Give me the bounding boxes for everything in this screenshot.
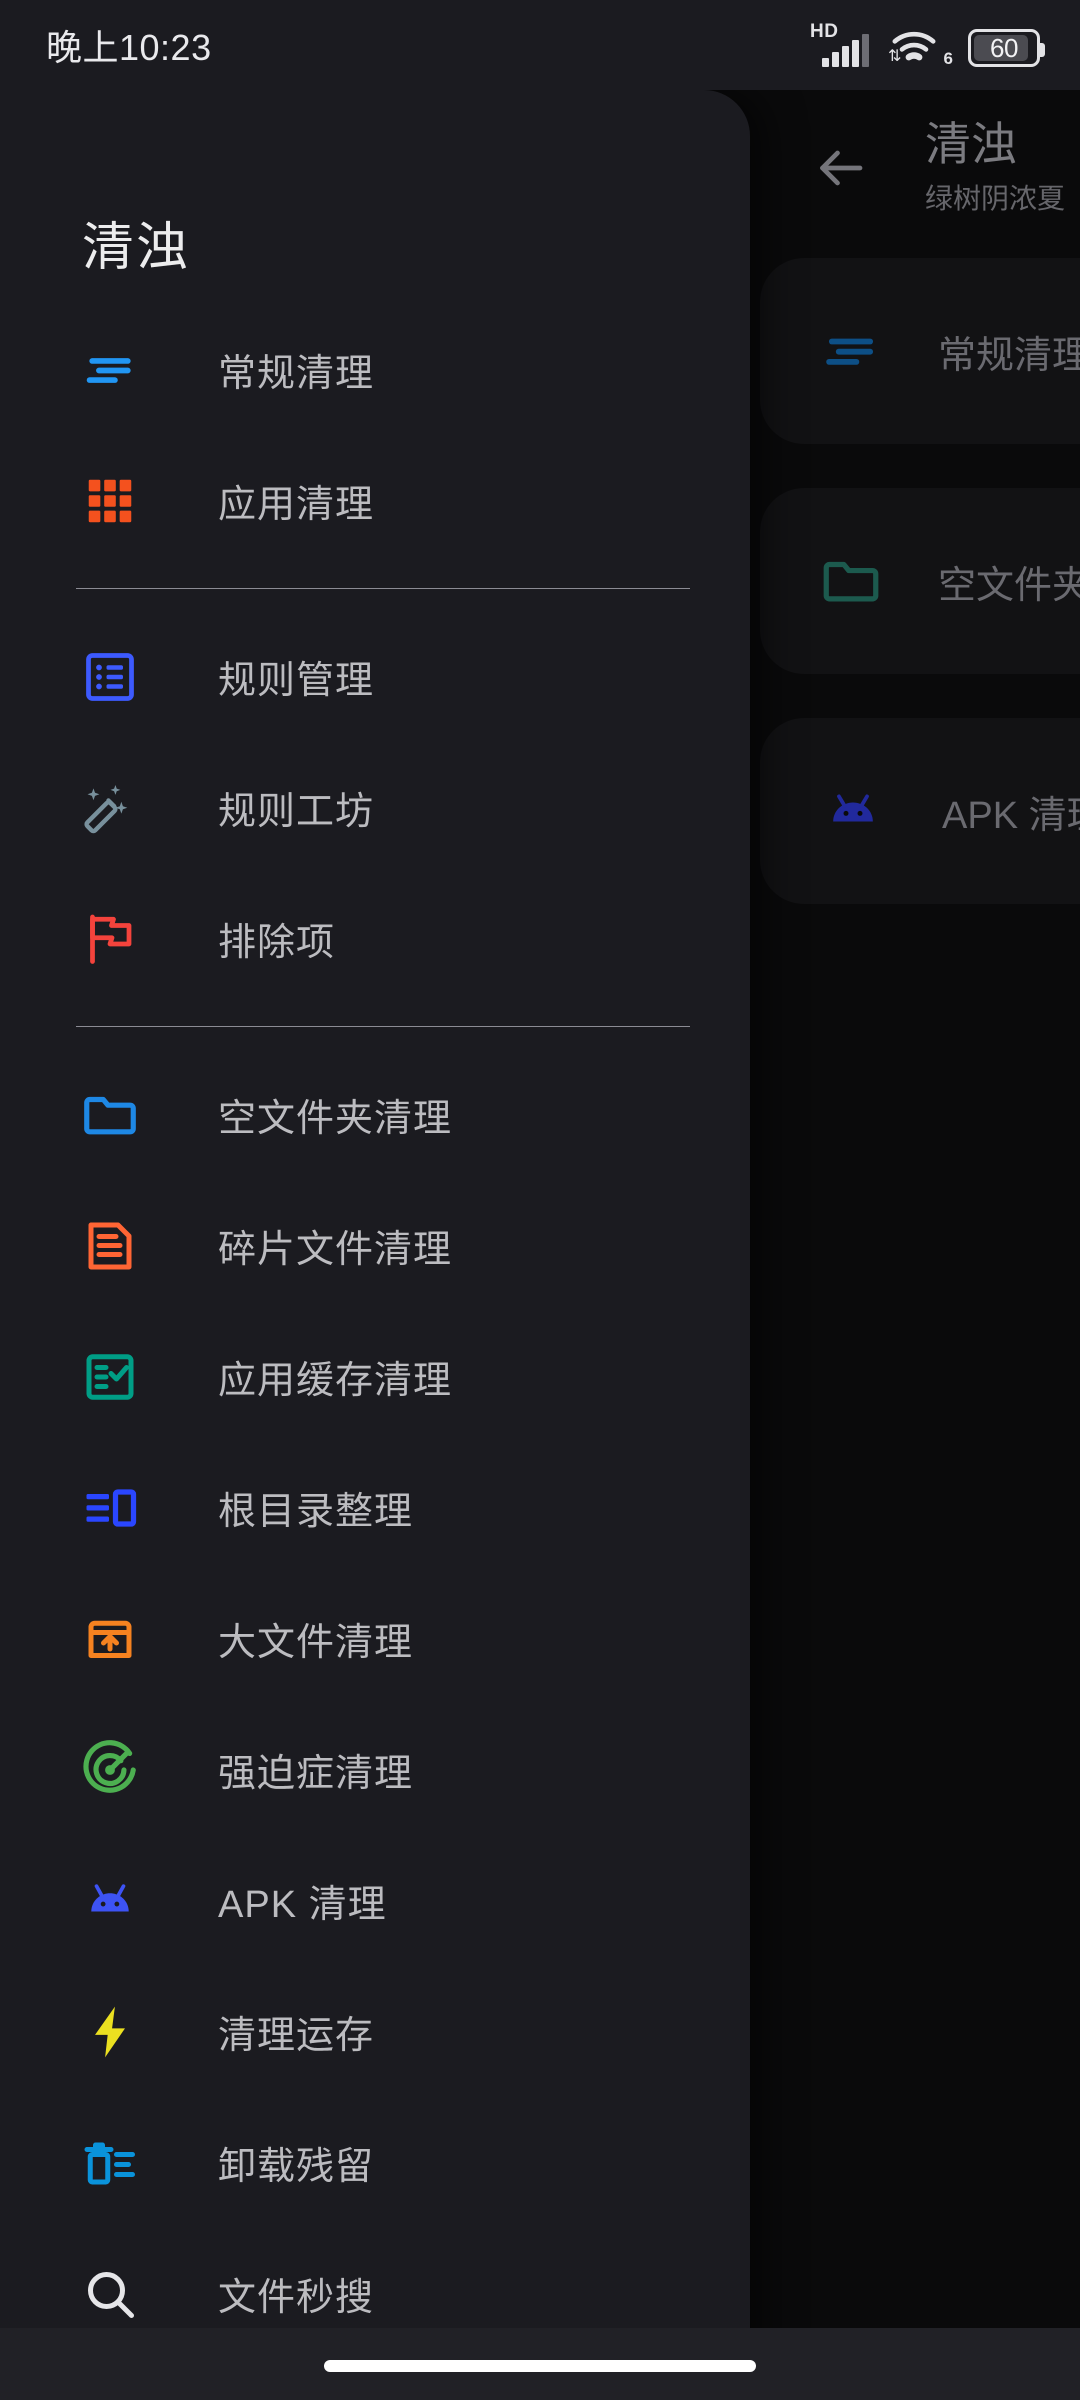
sidebar-item-label: 大文件清理 [218,1622,414,1664]
sidebar-item-label: 应用缓存清理 [218,1360,453,1402]
rules-list-icon [72,639,148,715]
sidebar-item-root-directory-organize[interactable]: 根目录整理 [0,1442,750,1573]
background-card-regular-clean[interactable]: 常规清理 [760,258,1080,444]
sidebar-item-rule-workshop[interactable]: 规则工坊 [0,742,750,873]
hd-signal-icon: HD [810,21,870,67]
checklist-icon [72,1339,148,1415]
document-icon [72,1208,148,1284]
radar-icon [72,1732,148,1808]
battery-icon: 60 [968,29,1045,67]
background-card-label: APK 清理 [942,794,1080,837]
sidebar-item-uninstall-residue[interactable]: 卸载残留 [0,2097,750,2228]
sidebar-item-label: 文件秒搜 [218,2277,375,2319]
flag-icon [72,901,148,977]
background-card-label: 常规清理 [938,334,1080,377]
drawer-divider-1 [76,588,690,589]
sidebar-item-label: 清理运存 [218,2015,375,2057]
sidebar-item-label: APK 清理 [218,1884,387,1926]
sidebar-item-label: 强迫症清理 [218,1753,414,1795]
battery-percent-label: 60 [990,32,1018,63]
sidebar-item-label: 卸载残留 [218,2146,375,2188]
drawer-app-title: 清浊 [82,219,191,277]
sidebar-item-exclusions[interactable]: 排除项 [0,873,750,1004]
drawer-divider-2 [76,1026,690,1027]
background-titles: 清浊 绿树阴浓夏 [925,118,1065,217]
android-icon [72,1863,148,1939]
sidebar-item-label: 常规清理 [218,353,375,395]
sidebar-item-ocd-clean[interactable]: 强迫症清理 [0,1704,750,1835]
sidebar-item-clear-ram[interactable]: 清理运存 [0,1966,750,2097]
sidebar-item-regular-clean[interactable]: 常规清理 [0,304,750,435]
sidebar-item-label: 根目录整理 [218,1491,414,1533]
sidebar-item-large-file-clean[interactable]: 大文件清理 [0,1573,750,1704]
wifi-transfer-icon: ⇅ [888,48,902,65]
status-bar-clock: 晚上10:23 [46,27,212,68]
sidebar-item-label: 规则工坊 [218,791,375,833]
android-icon [833,794,873,822]
magic-wand-icon [72,770,148,846]
sidebar-item-label: 规则管理 [218,660,375,702]
background-page-subtitle: 绿树阴浓夏 [925,182,1066,214]
navigation-drawer[interactable]: 清浊 常规清理 应用清理 规则管理 规则工坊 排除项 空文件夹清理 碎片文件清理… [0,90,750,2400]
background-card-label: 空文件夹 [938,564,1080,607]
home-indicator[interactable] [324,2360,756,2372]
sidebar-item-label: 应用清理 [218,484,375,526]
lines-align-icon [72,332,148,408]
phone-screen: 清浊 绿树阴浓夏 常规清理 空文件夹 APK 清 清浊 常规清理 应用清理 规则… [0,0,1080,2400]
sidebar-item-app-clean[interactable]: 应用清理 [0,435,750,566]
back-button[interactable] [810,138,870,198]
drawer-menu-list: 常规清理 应用清理 规则管理 规则工坊 排除项 空文件夹清理 碎片文件清理 应用… [0,304,750,2359]
sidebar-item-fragment-file-clean[interactable]: 碎片文件清理 [0,1180,750,1311]
box-upload-icon [72,1601,148,1677]
battery-shell: 60 [968,29,1045,67]
status-bar-icons: HD 6 ⇅ 60 [810,21,1045,68]
root-directory-icon [72,1470,148,1546]
arrow-left-icon [820,150,863,186]
wifi-generation-label: 6 [943,49,953,68]
sidebar-item-apk-clean[interactable]: APK 清理 [0,1835,750,1966]
sidebar-item-empty-folder-clean[interactable]: 空文件夹清理 [0,1049,750,1180]
background-page-title: 清浊 [925,118,1017,170]
search-icon [72,2256,148,2332]
lines-align-icon [826,338,873,365]
app-grid-icon [72,463,148,539]
sidebar-item-app-cache-clean[interactable]: 应用缓存清理 [0,1311,750,1442]
sidebar-item-label: 空文件夹清理 [218,1098,453,1140]
sidebar-item-rule-manage[interactable]: 规则管理 [0,611,750,742]
background-card-empty-folder[interactable]: 空文件夹 [760,488,1080,674]
background-card-apk-clean[interactable]: APK 清理 [760,718,1080,904]
sidebar-item-label: 碎片文件清理 [218,1229,453,1271]
status-bar: 晚上10:23 HD 6 ⇅ 60 [0,0,1080,90]
folder-icon [823,561,879,602]
lightning-icon [72,1994,148,2070]
signal-bars [822,34,869,67]
trash-lines-icon [72,2125,148,2201]
wifi-icon: 6 ⇅ [888,23,953,68]
folder-icon [72,1077,148,1153]
sidebar-item-label: 排除项 [218,922,336,964]
